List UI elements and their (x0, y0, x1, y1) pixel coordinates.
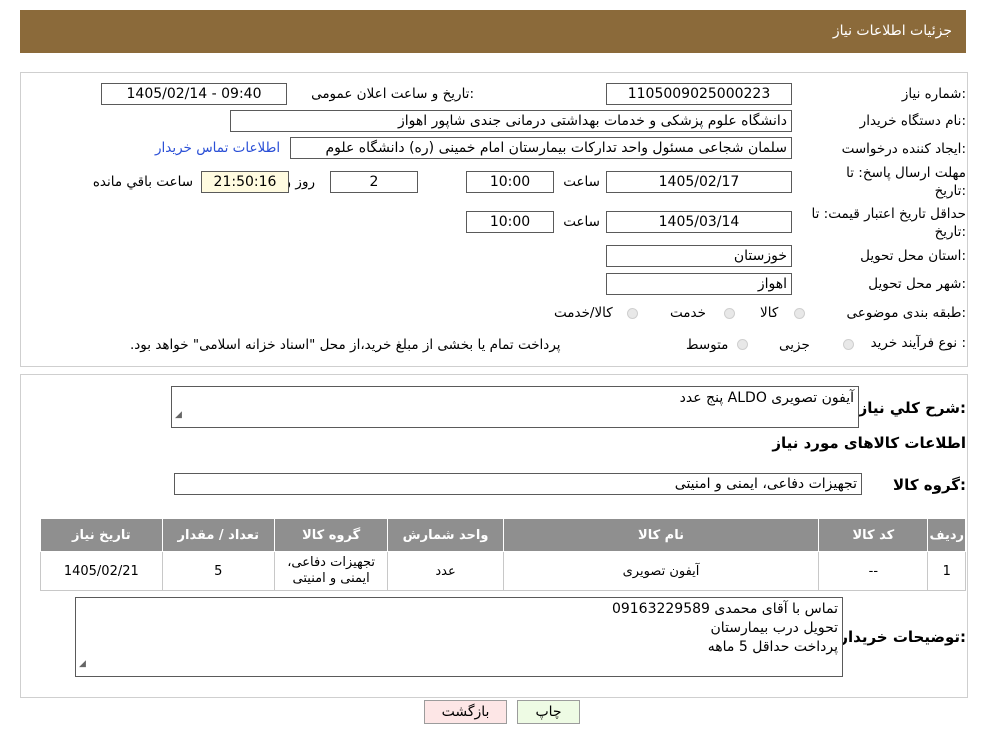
resize-grip-icon: ◢ (79, 659, 86, 669)
cell-unit: عدد (387, 551, 504, 591)
buyer-notes-line: پرداخت حداقل 5 ماهه (707, 639, 838, 655)
days-label: روز و (284, 174, 315, 190)
price-validity-label: حداقل تاریخ اعتبار قیمت: تا (811, 206, 966, 222)
deadline-label-date: تاریخ: (934, 183, 966, 199)
buyer-org-field: دانشگاه علوم پزشکی و خدمات بهداشتی درمان… (230, 110, 792, 132)
announce-datetime-label: تاریخ و ساعت اعلان عمومی: (311, 86, 474, 102)
print-button[interactable]: چاپ (517, 700, 580, 724)
summary-text: آیفون تصویری ALDO پنج عدد (679, 390, 854, 406)
goods-group-label: گروه کالا: (893, 476, 966, 494)
page-title: جزئیات اطلاعات نیاز (832, 23, 952, 39)
remaining-time-field: 21:50:16 (201, 171, 289, 193)
validity-time-label: ساعت (563, 214, 600, 230)
process-option-medium: متوسط (686, 337, 729, 353)
category-option-goods-service: کالا/خدمت (554, 305, 613, 321)
deadline-label: مهلت ارسال پاسخ: تا (846, 165, 966, 181)
need-number-field: 1105009025000223 (606, 83, 792, 105)
page-header: جزئیات اطلاعات نیاز (20, 10, 966, 53)
goods-table: ردیف کد کالا نام کالا واحد شمارش گروه کا… (40, 518, 966, 591)
announce-datetime-field: 1405/02/14 - 09:40 (101, 83, 287, 105)
city-field: اهواز (606, 273, 792, 295)
category-option-service: خدمت (670, 305, 706, 321)
col-header-quantity: تعداد / مقدار (161, 518, 275, 552)
city-label: شهر محل تحویل: (868, 276, 966, 292)
creator-field: سلمان شجاعی مسئول واحد تدارکات بیمارستان… (290, 137, 792, 159)
buyer-notes-label: توضیحات خریدار: (839, 628, 966, 646)
buyer-contact-link[interactable]: اطلاعات تماس خریدار (155, 140, 280, 156)
summary-textarea: آیفون تصویری ALDO پنج عدد ◢ (171, 386, 859, 428)
category-option-goods: کالا (760, 305, 779, 321)
col-header-row-num: ردیف (927, 518, 966, 552)
col-header-code: کد کالا (818, 518, 929, 552)
price-validity-time-field: 10:00 (466, 211, 554, 233)
remaining-time-label: ساعت باقي مانده (92, 174, 193, 190)
col-header-need-date: تاریخ نیاز (40, 518, 163, 552)
buyer-org-label: نام دستگاه خریدار: (859, 113, 966, 129)
deadline-time-field: 10:00 (466, 171, 554, 193)
col-header-name: نام کالا (502, 518, 820, 552)
treasury-note: پرداخت تمام یا بخشی از مبلغ خرید،از محل … (130, 337, 561, 353)
col-header-unit: واحد شمارش (387, 518, 504, 552)
category-radio-goods-service[interactable] (627, 308, 638, 319)
summary-label: شرح کلي نياز: (858, 399, 966, 417)
province-label: استان محل تحویل: (860, 248, 966, 264)
cell-name: آیفون تصویری (502, 551, 820, 591)
cell-code: -- (818, 551, 929, 591)
col-header-group: گروه کالا (273, 518, 389, 552)
price-validity-date-field: 1405/03/14 (606, 211, 792, 233)
cell-row-num: 1 (927, 551, 966, 591)
need-number-label: شماره نیاز: (901, 86, 966, 102)
table-row: 1 -- آیفون تصویری عدد تجهیزات دفاعی، ایم… (40, 551, 966, 591)
buyer-notes-line: تحویل درب بیمارستان (710, 620, 838, 636)
cell-need-date: 1405/02/21 (40, 551, 163, 591)
goods-group-field: تجهیزات دفاعی، ایمنی و امنیتی (174, 473, 862, 495)
deadline-time-label: ساعت (563, 174, 600, 190)
cell-group: تجهیزات دفاعی، ایمنی و امنیتی (273, 551, 389, 591)
process-radio-medium[interactable] (737, 339, 748, 350)
creator-label: ایجاد کننده درخواست: (841, 141, 966, 157)
cell-quantity: 5 (161, 551, 275, 591)
purchase-process-label: نوع فرآیند خرید : (870, 335, 966, 351)
table-header-row: ردیف کد کالا نام کالا واحد شمارش گروه کا… (40, 518, 966, 552)
category-radio-goods[interactable] (794, 308, 805, 319)
goods-section-title: اطلاعات کالاهای مورد نیاز (772, 434, 966, 452)
buyer-notes-line: تماس با آقای محمدی 09163229589 (611, 601, 838, 617)
category-label: طبقه بندی موضوعی: (846, 305, 966, 321)
buyer-notes-textarea: تماس با آقای محمدی 09163229589 تحویل درب… (75, 597, 843, 677)
process-option-minor: جزیی (779, 337, 810, 353)
back-button[interactable]: بازگشت (424, 700, 507, 724)
process-radio-minor[interactable] (843, 339, 854, 350)
category-radio-service[interactable] (724, 308, 735, 319)
days-remaining-field: 2 (330, 171, 418, 193)
price-validity-label-date: تاریخ: (934, 224, 966, 240)
province-field: خوزستان (606, 245, 792, 267)
deadline-date-field: 1405/02/17 (606, 171, 792, 193)
resize-grip-icon: ◢ (175, 410, 182, 420)
